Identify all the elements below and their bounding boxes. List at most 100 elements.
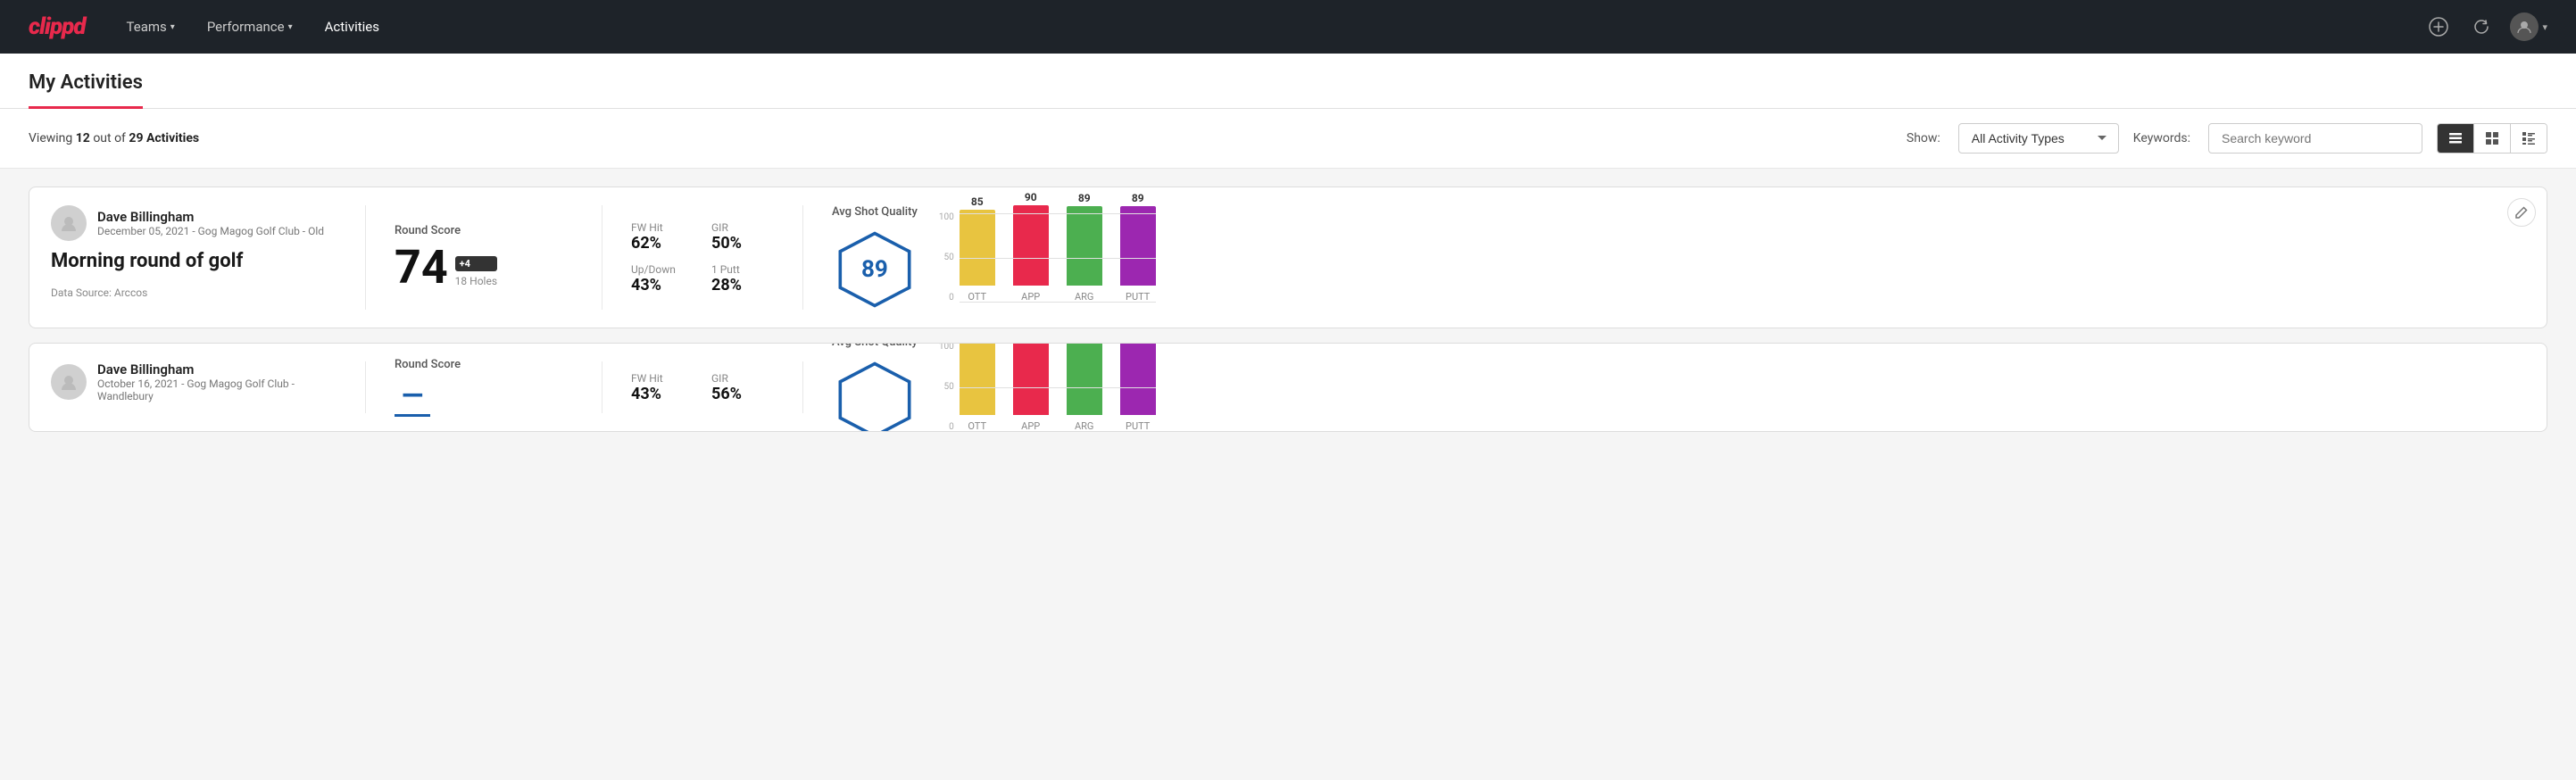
detail-stats-2: FW Hit 43% GIR 56% <box>631 361 774 413</box>
edit-button[interactable] <box>2507 198 2536 227</box>
view-toggle-list-detail[interactable] <box>2511 124 2547 153</box>
bar-ott: 85 OTT <box>960 195 995 303</box>
y-label-100: 100 <box>939 213 954 222</box>
chart-area: 100 50 0 85 OTT <box>939 213 2525 303</box>
bars-container-2: 94 OTT 82 APP 106 ARG <box>960 343 1156 432</box>
one-putt-value: 28% <box>711 276 774 295</box>
stat-grid: FW Hit 62% GIR 50% Up/Down 43% 1 Putt 28… <box>631 221 774 295</box>
quality-section: Avg Shot Quality 89 100 50 0 <box>832 205 2525 310</box>
user-info-2: Dave Billingham October 16, 2021 - Gog M… <box>97 361 337 402</box>
score-badge: +4 <box>455 256 497 271</box>
score-row: 74 +4 18 Holes <box>395 245 573 291</box>
viewing-text: Viewing 12 out of 29 Activities <box>29 131 1892 145</box>
nav-item-teams[interactable]: Teams ▾ <box>114 12 187 42</box>
user-row: Dave Billingham December 05, 2021 - Gog … <box>51 205 337 241</box>
gir-label-2: GIR <box>711 372 774 385</box>
bar-chart-2: 100 50 0 94 OTT 82 <box>939 343 2525 432</box>
user-date-2: October 16, 2021 - Gog Magog Golf Club -… <box>97 378 337 402</box>
arg-value-label: 89 <box>1078 192 1091 204</box>
page-title: My Activities <box>29 54 143 109</box>
app-bar-fill-2 <box>1013 343 1049 415</box>
updown-value: 43% <box>631 276 694 295</box>
round-score-section-2: Round Score — <box>395 361 573 413</box>
activity-card-2: Dave Billingham October 16, 2021 - Gog M… <box>29 343 2547 432</box>
y-axis-labels: 100 50 0 <box>939 213 954 303</box>
ott-value-label: 85 <box>971 195 984 208</box>
fw-hit-stat-2: FW Hit 43% <box>631 372 694 403</box>
teams-chevron-icon: ▾ <box>170 22 175 32</box>
activity-type-select[interactable]: All Activity Types <box>1958 123 2119 154</box>
hex-score: 89 <box>861 256 888 283</box>
quality-title: Avg Shot Quality <box>832 205 918 219</box>
hexagon-container: 89 <box>835 229 915 310</box>
y-label-0: 0 <box>939 294 954 303</box>
putt-bar-fill <box>1120 206 1156 286</box>
activity-card: Dave Billingham December 05, 2021 - Gog … <box>29 187 2547 328</box>
app-value-label: 90 <box>1025 191 1037 203</box>
user-avatar-2 <box>51 364 87 400</box>
detail-stats: FW Hit 62% GIR 50% Up/Down 43% 1 Putt 28… <box>631 205 774 310</box>
score-partial: — <box>395 378 573 417</box>
fw-hit-value-2: 43% <box>631 385 694 403</box>
nav-items: Teams ▾ Performance ▾ Activities <box>114 12 2397 42</box>
user-name: Dave Billingham <box>97 209 324 225</box>
score-holes: 18 Holes <box>455 275 497 287</box>
keyword-search-input[interactable] <box>2208 123 2422 154</box>
quality-title-2: Avg Shot Quality <box>832 343 918 349</box>
nav-item-activities[interactable]: Activities <box>312 12 392 42</box>
score-value: 74 <box>395 245 448 291</box>
y-label-50: 50 <box>939 253 954 262</box>
nav-right: ▾ <box>2424 12 2547 41</box>
gir-label: GIR <box>711 221 774 234</box>
app-logo[interactable]: clippd <box>29 13 86 40</box>
score-badge-group: +4 18 Holes <box>455 256 497 287</box>
chart-area-2: 100 50 0 94 OTT 82 <box>939 343 2525 432</box>
gir-stat-2: GIR 56% <box>711 372 774 403</box>
gir-value-2: 56% <box>711 385 774 403</box>
avatar-chevron-icon: ▾ <box>2542 21 2547 33</box>
round-score-label: Round Score <box>395 224 573 237</box>
user-avatar-button[interactable]: ▾ <box>2510 12 2547 41</box>
bar-app: 90 APP <box>1013 191 1049 303</box>
y-axis-labels-2: 100 50 0 <box>939 343 954 432</box>
nav-item-performance[interactable]: Performance ▾ <box>195 12 305 42</box>
page-title-row: My Activities <box>29 54 2547 108</box>
view-toggles <box>2437 123 2547 154</box>
main-content: Dave Billingham December 05, 2021 - Gog … <box>0 169 2576 464</box>
stat-grid-2: FW Hit 43% GIR 56% <box>631 372 774 403</box>
grid-line-0 <box>960 302 1156 303</box>
user-info: Dave Billingham December 05, 2021 - Gog … <box>97 209 324 237</box>
divider <box>802 205 803 310</box>
divider-2 <box>365 361 366 413</box>
activity-title: Morning round of golf <box>51 250 337 272</box>
refresh-icon[interactable] <box>2467 12 2496 41</box>
arg-bar-fill <box>1067 206 1102 286</box>
one-putt-label: 1 Putt <box>711 263 774 276</box>
view-toggle-list-compact[interactable] <box>2438 124 2474 153</box>
hexagon-icon-2 <box>835 360 915 433</box>
navbar: clippd Teams ▾ Performance ▾ Activities <box>0 0 2576 54</box>
ott-bar-fill-2 <box>960 343 995 415</box>
view-toggle-grid[interactable] <box>2474 124 2511 153</box>
ott-bar-fill <box>960 210 995 286</box>
page-header: My Activities <box>0 54 2576 109</box>
updown-stat: Up/Down 43% <box>631 263 694 295</box>
fw-hit-stat: FW Hit 62% <box>631 221 694 253</box>
bar-putt: 89 PUTT <box>1120 192 1156 303</box>
divider-2c <box>802 361 803 413</box>
bar-arg: 89 ARG <box>1067 192 1102 303</box>
card-left-2: Dave Billingham October 16, 2021 - Gog M… <box>51 361 337 413</box>
one-putt-stat: 1 Putt 28% <box>711 263 774 295</box>
score-partial-bar: — <box>395 378 430 417</box>
performance-chevron-icon: ▾ <box>288 22 293 32</box>
avatar <box>2510 12 2539 41</box>
putt-bar-fill-2 <box>1120 343 1156 415</box>
show-label: Show: <box>1907 131 1940 145</box>
bar-chart: 100 50 0 85 OTT <box>939 213 2525 303</box>
grid-line-50 <box>960 258 1156 259</box>
gir-value: 50% <box>711 234 774 253</box>
filter-bar: Viewing 12 out of 29 Activities Show: Al… <box>0 109 2576 169</box>
quality-label-block-2: Avg Shot Quality <box>832 343 918 432</box>
add-icon[interactable] <box>2424 12 2453 41</box>
divider <box>365 205 366 310</box>
